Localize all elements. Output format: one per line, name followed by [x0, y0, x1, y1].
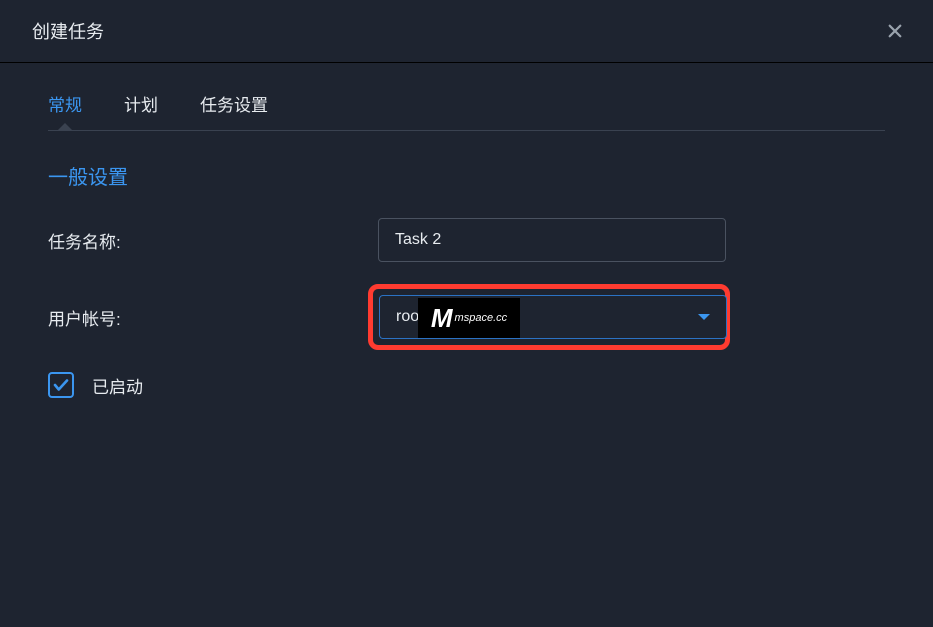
tabs: 常规 计划 任务设置 — [48, 63, 885, 131]
tab-general[interactable]: 常规 — [48, 91, 82, 130]
task-name-input[interactable] — [378, 218, 726, 262]
check-icon — [52, 376, 70, 394]
watermark-text: mspace.cc — [455, 312, 508, 324]
create-task-dialog: 创建任务 常规 计划 任务设置 一般设置 任务名称: 用户帐号: root — [0, 0, 933, 627]
enabled-checkbox[interactable] — [48, 372, 74, 398]
dialog-title: 创建任务 — [32, 18, 104, 44]
task-name-row: 任务名称: — [48, 218, 885, 262]
enabled-row: 已启动 — [48, 372, 885, 398]
task-name-label: 任务名称: — [48, 228, 378, 253]
tab-schedule[interactable]: 计划 — [124, 91, 158, 130]
highlight-box: root M mspace.cc — [368, 284, 730, 350]
watermark-logo: M — [431, 303, 453, 334]
user-account-row: 用户帐号: root M mspace.cc — [48, 284, 885, 350]
watermark-overlay: M mspace.cc — [418, 298, 520, 338]
close-icon — [886, 22, 904, 40]
enabled-label: 已启动 — [92, 373, 143, 398]
dialog-body: 常规 计划 任务设置 一般设置 任务名称: 用户帐号: root M mspac… — [0, 63, 933, 398]
section-title-general: 一般设置 — [48, 161, 885, 190]
tab-task-settings[interactable]: 任务设置 — [200, 91, 268, 130]
dialog-header: 创建任务 — [0, 0, 933, 63]
chevron-down-icon — [698, 314, 710, 320]
close-button[interactable] — [885, 21, 905, 41]
user-account-select[interactable]: root M mspace.cc — [379, 295, 727, 339]
user-account-label: 用户帐号: — [48, 305, 378, 330]
